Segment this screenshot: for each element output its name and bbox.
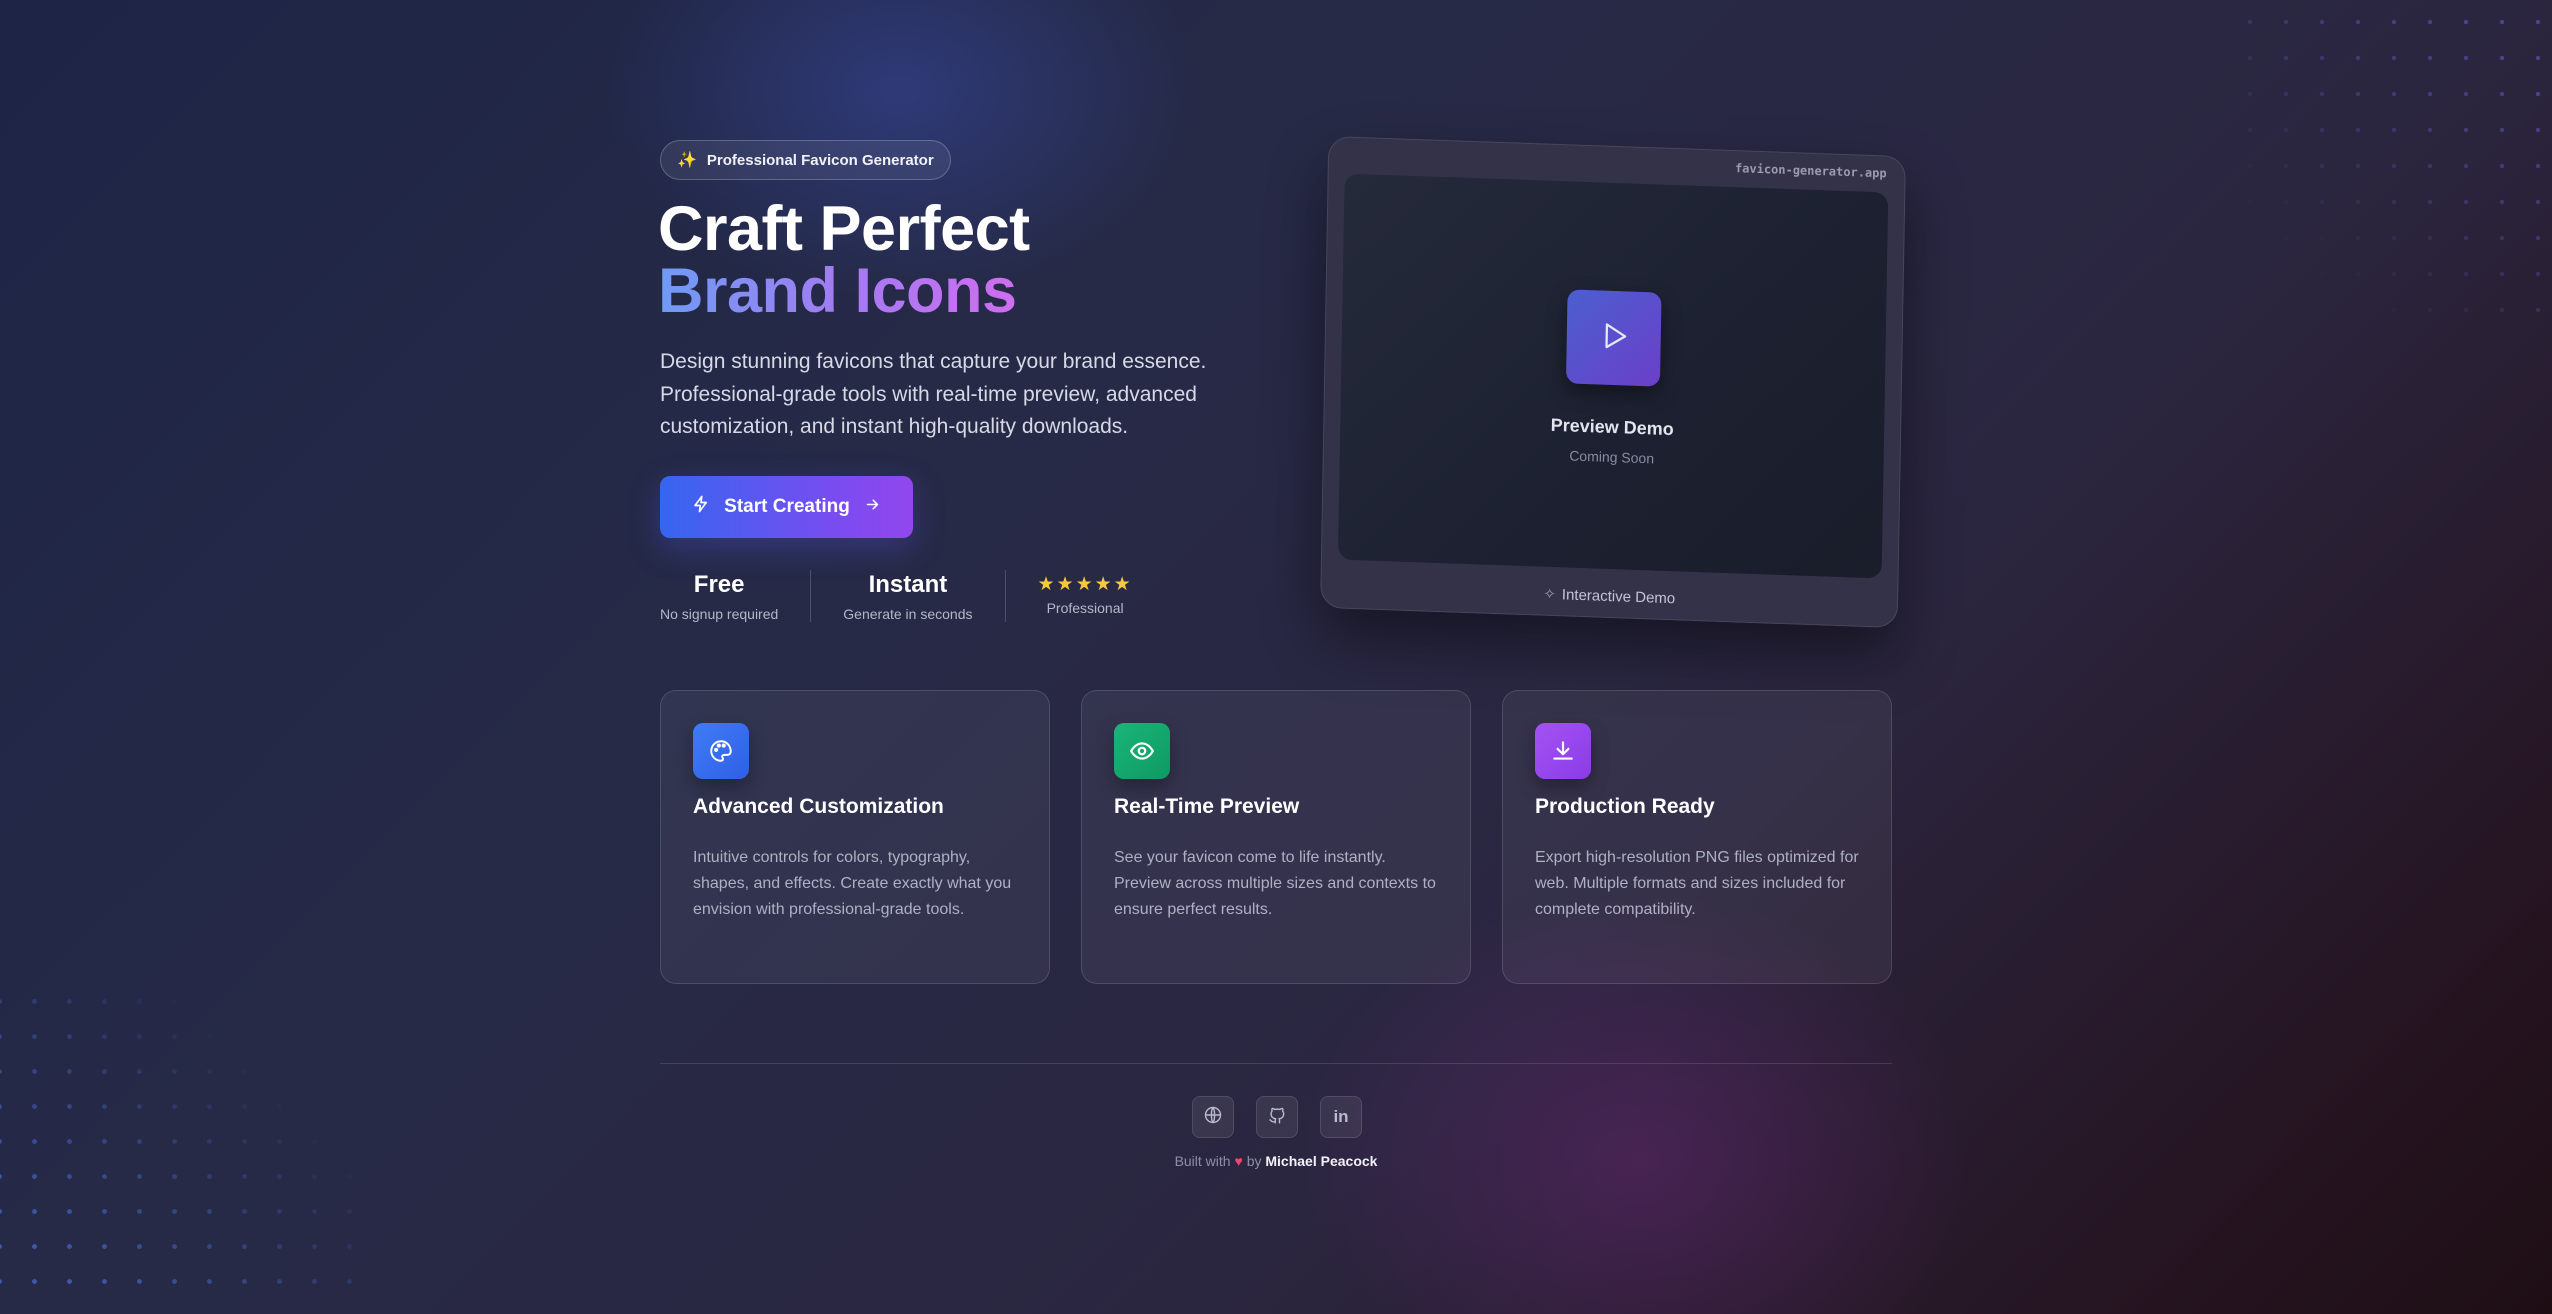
stat-caption: No signup required [660, 606, 779, 622]
download-icon [1535, 723, 1591, 779]
stat-caption: Professional [1046, 600, 1124, 616]
linkedin-icon: in [1333, 1107, 1349, 1126]
badge-label: Professional Favicon Generator [706, 151, 934, 169]
footer-divider [660, 1063, 1892, 1064]
palette-icon [693, 723, 749, 779]
demo-preview-card: favicon-generator.app Preview Demo Comin… [1320, 135, 1906, 629]
hero-title-line2: Brand Icons [658, 260, 1030, 323]
feature-text: Export high-resolution PNG files optimiz… [1535, 849, 1859, 918]
feature-card-customization: Advanced Customization Intuitive control… [660, 690, 1050, 984]
author-link[interactable]: Michael Peacock [1265, 1153, 1377, 1169]
start-creating-button[interactable]: Start Creating [660, 476, 913, 538]
stat-free: Free No signup required [660, 570, 810, 622]
sparkles-icon: ✨ [677, 152, 697, 169]
hero-title-line1: Craft Perfect [658, 194, 1030, 264]
demo-subtitle: Coming Soon [1569, 447, 1655, 467]
eye-icon [1114, 723, 1170, 779]
decorative-dot-grid-top-right [2222, 0, 2552, 320]
website-link[interactable] [1192, 1096, 1234, 1138]
by-text: by [1246, 1153, 1262, 1169]
globe-icon [1203, 1105, 1223, 1130]
heart-icon: ♥ [1234, 1153, 1243, 1169]
demo-screen: Preview Demo Coming Soon [1337, 173, 1889, 579]
demo-url: favicon-generator.app [1734, 161, 1887, 181]
footer-credit: Built with ♥ by Michael Peacock [0, 1153, 2552, 1169]
built-with-text: Built with [1174, 1153, 1231, 1169]
play-button[interactable] [1565, 289, 1662, 387]
star-rating-icons: ★★★★★ [1037, 574, 1133, 595]
hero-stats: Free No signup required Instant Generate… [660, 570, 1165, 622]
play-icon [1596, 316, 1631, 360]
stat-instant: Instant Generate in seconds [810, 570, 1004, 622]
feature-text: Intuitive controls for colors, typograph… [693, 849, 1012, 918]
demo-footer: ✧ Interactive Demo [1321, 577, 1897, 615]
sparkles-icon: ✧ [1543, 585, 1557, 604]
stat-caption: Generate in seconds [843, 606, 973, 622]
feature-title: Real-Time Preview [1114, 795, 1300, 818]
hero-badge: ✨ Professional Favicon Generator [660, 140, 951, 180]
feature-text: See your favicon come to life instantly.… [1114, 849, 1436, 918]
arrow-right-icon [864, 496, 881, 519]
decorative-dot-grid-bottom-left [0, 974, 360, 1314]
feature-title: Production Ready [1535, 795, 1715, 818]
hero-title: Craft Perfect Brand Icons [658, 194, 1030, 323]
github-icon [1267, 1105, 1287, 1130]
feature-card-preview: Real-Time Preview See your favicon come … [1081, 690, 1471, 984]
feature-card-production: Production Ready Export high-resolution … [1502, 690, 1892, 984]
start-creating-label: Start Creating [724, 496, 850, 517]
stat-rating: ★★★★★ Professional [1004, 570, 1165, 622]
stat-value: Instant [868, 571, 948, 598]
hero-description: Design stunning favicons that capture yo… [660, 350, 1207, 438]
demo-footer-label: Interactive Demo [1561, 586, 1676, 608]
linkedin-link[interactable]: in [1320, 1096, 1362, 1138]
feature-title: Advanced Customization [693, 795, 944, 818]
stat-value: Free [693, 571, 745, 598]
github-link[interactable] [1256, 1096, 1298, 1138]
zap-icon [692, 494, 710, 520]
